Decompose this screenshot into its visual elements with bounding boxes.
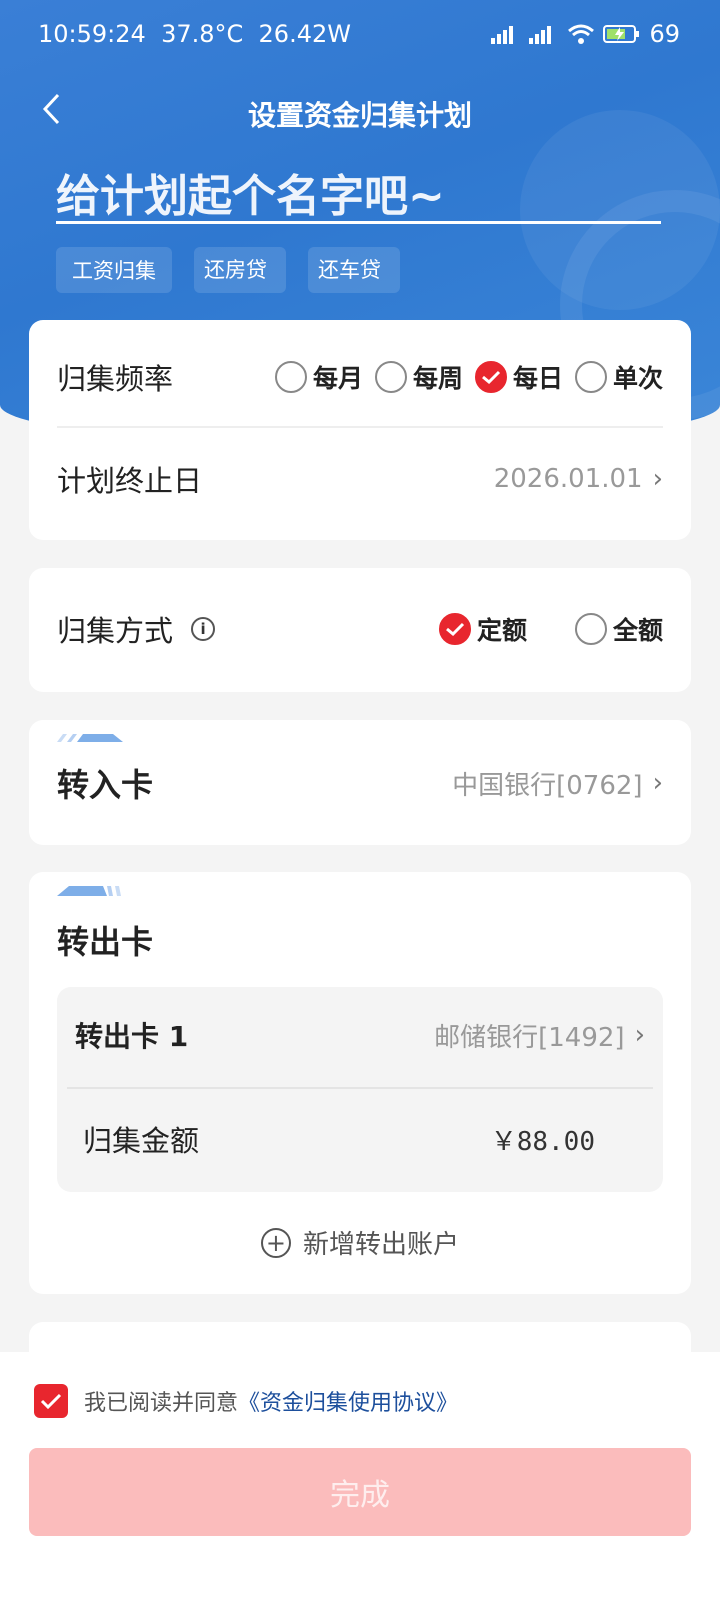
radio-checked-icon xyxy=(438,613,471,645)
transfer-in-label: 转入卡 xyxy=(57,766,154,804)
frequency-option-monthly[interactable]: 每月 xyxy=(274,359,363,395)
status-right: 69 xyxy=(491,20,680,48)
frequency-option-weekly[interactable]: 每周 xyxy=(374,359,463,395)
checkmark-icon xyxy=(40,1393,62,1410)
option-label: 每日 xyxy=(512,364,563,393)
transfer-out-account: 转出卡 1 邮储银行[1492] › 归集金额 ￥88.00 xyxy=(57,987,663,1192)
transfer-out-card-value[interactable]: 邮储银行[1492] › xyxy=(434,1017,645,1054)
transfer-out-card: 转出卡 转出卡 1 邮储银行[1492] › 归集金额 ￥88.00 + 新增转… xyxy=(29,872,691,1294)
method-options: 定额 全额 xyxy=(438,611,663,647)
transfer-out-header: 转出卡 xyxy=(57,910,663,970)
radio-unchecked-icon xyxy=(574,361,607,393)
transfer-in-value[interactable]: 中国银行[0762] › xyxy=(452,765,663,802)
tag-label: 还房贷 xyxy=(204,258,267,282)
amount-input[interactable]: ￥88.00 xyxy=(491,1121,595,1158)
method-row: 归集方式 i 定额 全额 xyxy=(57,608,663,650)
radio-unchecked-icon xyxy=(374,361,407,393)
transfer-out-bank: 邮储银行[1492] xyxy=(434,1022,625,1053)
done-button[interactable]: 完成 xyxy=(29,1448,691,1536)
arrow-right-decoration-icon xyxy=(57,734,123,742)
chevron-right-icon: › xyxy=(652,464,663,494)
frequency-label: 归集频率 xyxy=(57,362,174,396)
option-label: 每月 xyxy=(312,364,363,393)
end-date-value[interactable]: 2026.01.01 › xyxy=(494,464,663,494)
transfer-in-bank: 中国银行[0762] xyxy=(452,770,643,801)
option-label: 定额 xyxy=(476,616,527,645)
option-label: 单次 xyxy=(612,364,663,393)
frequency-options: 每月 每周 每日 单次 xyxy=(274,359,663,395)
end-date-text: 2026.01.01 xyxy=(493,464,643,494)
status-left: 10:59:24 37.8°C 26.42W xyxy=(38,20,351,48)
chevron-right-icon: › xyxy=(652,768,663,798)
tag-label: 还车贷 xyxy=(318,258,381,282)
method-card: 归集方式 i 定额 全额 xyxy=(29,568,691,692)
bottom-bar: 我已阅读并同意 《资金归集使用协议》 完成 xyxy=(0,1352,720,1600)
transfer-in-row: 转入卡 中国银行[0762] › xyxy=(57,748,663,818)
radio-unchecked-icon xyxy=(574,613,607,645)
chevron-right-icon: › xyxy=(634,1020,645,1050)
frequency-card: 归集频率 每月 每周 每日 单次 计划终止日 2026.01.01 › xyxy=(29,320,691,540)
nav-bar: 设置资金归集计划 xyxy=(0,84,720,140)
add-transfer-out-account-button[interactable]: + 新增转出账户 xyxy=(29,1224,691,1261)
arrow-left-decoration-icon xyxy=(57,886,121,896)
amount-row: 归集金额 ￥88.00 xyxy=(83,1109,645,1169)
radio-checked-icon xyxy=(474,361,507,393)
frequency-option-daily[interactable]: 每日 xyxy=(474,359,563,395)
signal-icon xyxy=(491,26,514,44)
end-date-label: 计划终止日 xyxy=(57,464,203,498)
add-account-label: 新增转出账户 xyxy=(302,1230,459,1260)
transfer-out-card-row[interactable]: 转出卡 1 邮储银行[1492] › xyxy=(75,1005,645,1065)
info-icon[interactable]: i xyxy=(191,617,216,641)
option-label: 全额 xyxy=(612,616,663,645)
tag-mortgage[interactable]: 还房贷 xyxy=(194,247,286,293)
plus-circle-icon: + xyxy=(260,1227,291,1258)
frequency-row: 归集频率 每月 每周 每日 单次 xyxy=(57,356,663,398)
plan-name-input[interactable]: 给计划起个名字吧~ xyxy=(56,160,661,224)
agreement-text: 我已阅读并同意 xyxy=(84,1391,239,1416)
battery-level: 69 xyxy=(649,20,680,48)
divider xyxy=(67,1087,653,1089)
transfer-out-label: 转出卡 xyxy=(57,923,154,961)
plan-name-tags: 工资归集 还房贷 还车贷 xyxy=(56,247,400,293)
agreement-checkbox[interactable] xyxy=(34,1384,68,1418)
frequency-option-once[interactable]: 单次 xyxy=(574,359,663,395)
status-power: 26.42W xyxy=(258,20,351,48)
amount-label: 归集金额 xyxy=(83,1124,200,1158)
tag-label: 工资归集 xyxy=(72,259,156,283)
status-temperature: 37.8°C xyxy=(161,20,244,48)
status-bar: 10:59:24 37.8°C 26.42W 69 xyxy=(38,16,680,52)
agreement-link[interactable]: 《资金归集使用协议》 xyxy=(238,1385,458,1417)
option-label: 每周 xyxy=(412,364,463,393)
divider xyxy=(57,426,663,428)
end-date-row[interactable]: 计划终止日 2026.01.01 › xyxy=(57,458,663,500)
radio-unchecked-icon xyxy=(274,361,307,393)
transfer-in-card[interactable]: 转入卡 中国银行[0762] › xyxy=(29,720,691,845)
tag-salary[interactable]: 工资归集 xyxy=(56,247,172,293)
method-option-full[interactable]: 全额 xyxy=(574,611,663,647)
plan-name-placeholder: 给计划起个名字吧~ xyxy=(56,171,445,222)
agreement-row: 我已阅读并同意 《资金归集使用协议》 xyxy=(34,1384,458,1418)
method-label: 归集方式 xyxy=(57,614,174,648)
status-time: 10:59:24 xyxy=(38,20,146,48)
signal-icon xyxy=(529,26,552,44)
transfer-out-card-label: 转出卡 1 xyxy=(75,1020,189,1053)
battery-charging-icon xyxy=(603,25,640,43)
method-option-fixed[interactable]: 定额 xyxy=(438,611,527,647)
page-title: 设置资金归集计划 xyxy=(247,99,472,132)
tag-car-loan[interactable]: 还车贷 xyxy=(308,247,400,293)
wifi-icon xyxy=(568,24,595,44)
